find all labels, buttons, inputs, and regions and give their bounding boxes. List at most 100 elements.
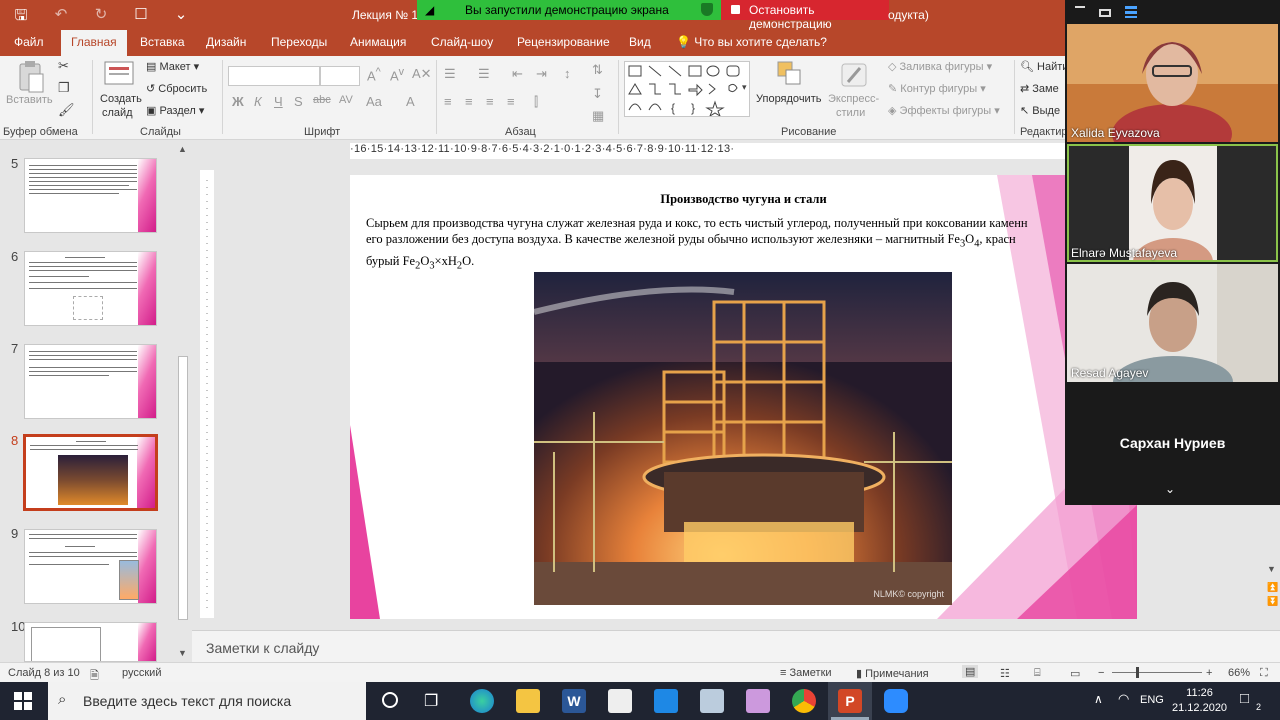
- align-text-icon[interactable]: ↧: [592, 86, 603, 102]
- clear-format-icon[interactable]: A✕: [412, 66, 432, 82]
- zoom-app-icon[interactable]: [884, 689, 908, 713]
- slide-canvas[interactable]: Производство чугуна и стали Сырьем для п…: [350, 175, 1137, 619]
- italic-icon[interactable]: К: [254, 94, 262, 109]
- font-size-input[interactable]: [320, 66, 360, 86]
- language-status[interactable]: русский: [122, 667, 161, 679]
- notification-center-icon[interactable]: □: [1240, 690, 1249, 707]
- app-icon[interactable]: [700, 689, 724, 713]
- increase-indent-icon[interactable]: ⇥: [536, 66, 547, 82]
- format-painter-icon[interactable]: 🖌: [58, 102, 75, 118]
- word-icon[interactable]: W: [562, 689, 586, 713]
- font-color-icon[interactable]: A: [406, 94, 415, 109]
- copy-icon[interactable]: ❐: [58, 80, 70, 96]
- tell-me-search[interactable]: 💡 Что вы хотите сделать?: [676, 35, 827, 49]
- shape-outline-button[interactable]: ✎ Контур фигуры ▾: [888, 82, 986, 95]
- shapes-gallery[interactable]: { }: [624, 61, 750, 118]
- expand-chevron-icon[interactable]: ⌄: [1165, 482, 1175, 496]
- shape-fill-button[interactable]: ◇ Заливка фигуры ▾: [888, 60, 992, 73]
- tab-home[interactable]: Главная: [61, 30, 127, 56]
- tab-file[interactable]: Файл: [14, 35, 44, 49]
- slide-thumbnail[interactable]: [24, 529, 157, 604]
- quick-styles-icon[interactable]: [840, 60, 870, 90]
- quick-styles-label-1[interactable]: Экспресс-: [828, 93, 879, 105]
- thumbnails-scrollbar[interactable]: ▲ ▼: [176, 144, 190, 660]
- scroll-down-icon[interactable]: ▼: [178, 648, 187, 658]
- arrange-label[interactable]: Упорядочить: [756, 93, 821, 105]
- chrome-icon[interactable]: [792, 689, 816, 713]
- slide-thumbnail-current[interactable]: [23, 434, 158, 511]
- tab-view[interactable]: Вид: [629, 35, 651, 49]
- slideshow-view-icon[interactable]: ▭: [1070, 667, 1080, 680]
- new-slide-label-1[interactable]: Создать: [100, 93, 142, 105]
- edge-browser-icon[interactable]: [470, 689, 494, 713]
- input-language[interactable]: ENG: [1140, 694, 1164, 706]
- notes-pane[interactable]: Заметки к слайду: [192, 630, 1280, 662]
- line-spacing-icon[interactable]: ↕: [564, 66, 571, 81]
- fit-to-window-icon[interactable]: ⛶: [1260, 667, 1268, 680]
- text-direction-icon[interactable]: ⇅: [592, 62, 603, 78]
- task-view-icon[interactable]: ❐: [424, 691, 438, 711]
- participant-video[interactable]: Resad Agayev: [1067, 264, 1278, 382]
- notes-toggle[interactable]: ≡ Заметки: [780, 667, 832, 679]
- tab-review[interactable]: Рецензирование: [517, 35, 610, 49]
- taskbar-search-input[interactable]: ⌕ Введите здесь текст для поиска: [48, 682, 366, 720]
- shrink-font-icon[interactable]: Av: [390, 66, 404, 83]
- tab-transitions[interactable]: Переходы: [271, 35, 327, 49]
- reset-button[interactable]: ↺ Сбросить: [146, 82, 207, 95]
- slide-thumbnail[interactable]: [24, 158, 157, 233]
- zoom-slider[interactable]: [1112, 672, 1202, 673]
- zoom-slider-thumb[interactable]: [1136, 667, 1139, 678]
- strikethrough-icon[interactable]: abc: [313, 94, 331, 106]
- decrease-indent-icon[interactable]: ⇤: [512, 66, 523, 82]
- tab-design[interactable]: Дизайн: [206, 35, 246, 49]
- prev-slide-icon[interactable]: ⏫: [1267, 582, 1278, 593]
- replace-button[interactable]: ⇄ Заме: [1020, 82, 1059, 95]
- view-mode-icon[interactable]: [1099, 9, 1111, 17]
- underline-icon[interactable]: Ч: [274, 94, 283, 109]
- participant-video-active-speaker[interactable]: Elnarə Mustafayeva: [1067, 144, 1278, 262]
- shadow-icon[interactable]: S: [294, 94, 303, 109]
- smartart-icon[interactable]: ▦: [592, 108, 604, 124]
- tray-chevron-icon[interactable]: ∧: [1094, 692, 1103, 706]
- customize-qat-icon[interactable]: ⌄: [170, 5, 192, 30]
- slide-thumbnail[interactable]: [24, 622, 157, 662]
- pin-icon[interactable]: ◢: [425, 3, 434, 17]
- zoom-in-icon[interactable]: +: [1206, 667, 1212, 679]
- paste-icon[interactable]: [16, 60, 46, 93]
- windows-start-icon[interactable]: [14, 692, 32, 713]
- scroll-down-icon[interactable]: ▼: [1267, 564, 1276, 574]
- new-slide-icon[interactable]: [104, 60, 134, 90]
- cortana-icon[interactable]: [382, 692, 398, 708]
- reading-view-icon[interactable]: ⌸: [1034, 667, 1041, 680]
- scroll-up-icon[interactable]: ▲: [178, 144, 187, 154]
- tab-insert[interactable]: Вставка: [140, 35, 185, 49]
- change-case-icon[interactable]: Aa: [366, 94, 382, 109]
- redo-icon[interactable]: ↻: [90, 5, 112, 30]
- cut-icon[interactable]: ✂: [58, 58, 69, 74]
- align-left-icon[interactable]: ≡: [444, 94, 452, 109]
- gallery-more-icon[interactable]: ▾: [742, 82, 747, 93]
- minimize-icon[interactable]: [1075, 6, 1085, 8]
- gallery-view-icon[interactable]: [1125, 6, 1137, 18]
- font-name-input[interactable]: [228, 66, 320, 86]
- columns-icon[interactable]: ⫿: [534, 94, 538, 110]
- taskbar-clock[interactable]: 11:26 21.12.2020: [1172, 686, 1227, 716]
- slide-thumbnail[interactable]: [24, 344, 157, 419]
- present-from-start-icon[interactable]: ☐: [130, 5, 152, 30]
- app-icon-2[interactable]: [746, 689, 770, 713]
- bullets-icon[interactable]: ☰: [444, 66, 456, 82]
- steel-plant-photo[interactable]: NLMK© copyright: [534, 272, 952, 605]
- save-icon[interactable]: 🖫: [10, 5, 32, 30]
- layout-button[interactable]: ▤ Макет ▾: [146, 60, 199, 73]
- store-icon[interactable]: [608, 689, 632, 713]
- align-center-icon[interactable]: ≡: [465, 94, 473, 109]
- normal-view-icon[interactable]: ▤: [962, 665, 979, 678]
- slide-thumbnail[interactable]: [24, 251, 157, 326]
- tab-slideshow[interactable]: Слайд-шоу: [431, 35, 493, 49]
- char-spacing-icon[interactable]: AV: [339, 94, 353, 106]
- slide-scrollbar[interactable]: ▼ ⏫ ⏬: [1264, 500, 1280, 612]
- zoom-out-icon[interactable]: −: [1098, 667, 1104, 679]
- find-button[interactable]: 🔍︎ Найти: [1020, 60, 1068, 73]
- new-slide-label-2[interactable]: слайд: [102, 107, 133, 119]
- tab-animations[interactable]: Анимация: [350, 35, 406, 49]
